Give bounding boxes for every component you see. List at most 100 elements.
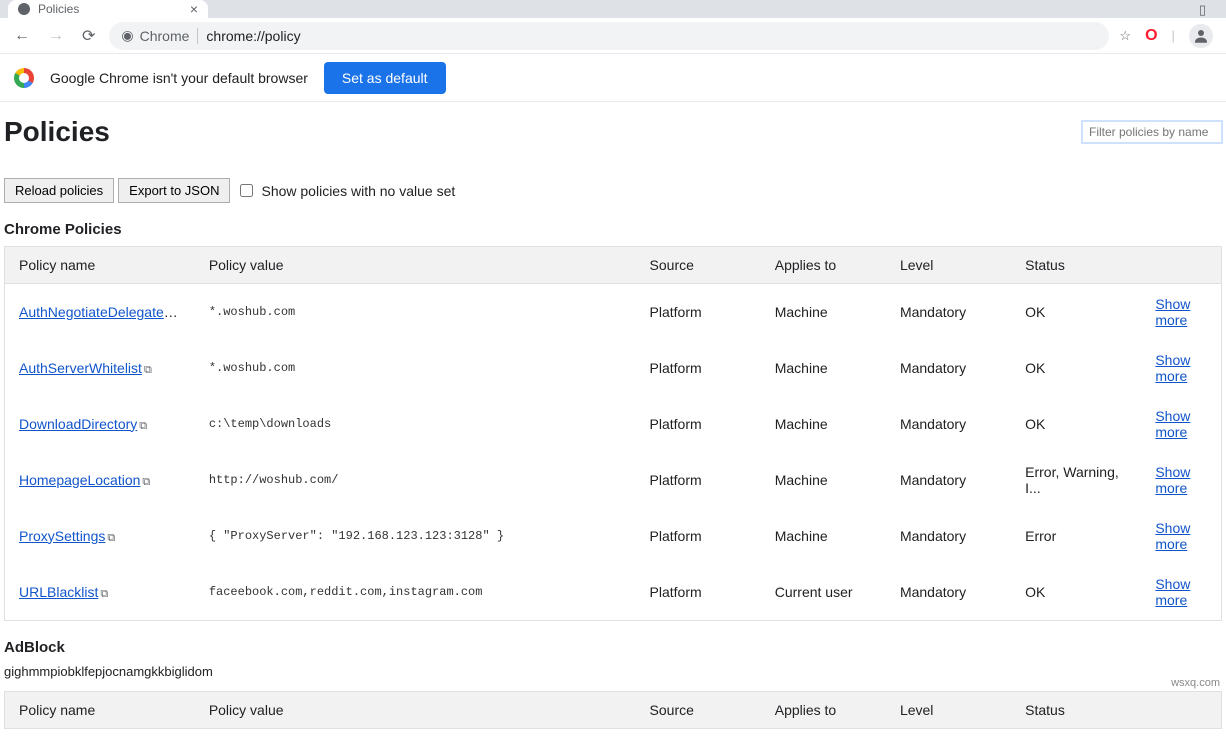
- profile-avatar-icon[interactable]: [1189, 24, 1213, 48]
- export-json-button[interactable]: Export to JSON: [118, 178, 230, 203]
- col-value: Policy value: [195, 692, 636, 729]
- policy-source-cell: Platform: [636, 396, 761, 452]
- show-more-cell: Show more: [1141, 284, 1221, 341]
- reload-policies-button[interactable]: Reload policies: [4, 178, 114, 203]
- external-link-icon[interactable]: ⧉: [177, 308, 185, 320]
- policy-source-cell: Platform: [636, 564, 761, 621]
- table-row: AuthNegotiateDelegate...⧉*.woshub.comPla…: [5, 284, 1222, 341]
- close-tab-icon[interactable]: ×: [190, 1, 198, 17]
- policy-applies-cell: Current user: [761, 564, 886, 621]
- reload-icon[interactable]: ⟳: [78, 22, 99, 50]
- policy-value-cell: *.woshub.com: [195, 284, 636, 341]
- adblock-policies-table: Policy name Policy value Source Applies …: [4, 691, 1222, 729]
- table-row: URLBlacklist⧉faceebook.com,reddit.com,in…: [5, 564, 1222, 621]
- policy-level-cell: Mandatory: [886, 508, 1011, 564]
- show-more-cell: Show more: [1141, 340, 1221, 396]
- policy-level-cell: Mandatory: [886, 284, 1011, 341]
- policy-status-cell: Error: [1011, 508, 1141, 564]
- omnibox-divider: [197, 28, 198, 44]
- col-status: Status: [1011, 692, 1141, 729]
- show-more-cell: Show more: [1141, 564, 1221, 621]
- filter-input[interactable]: [1082, 121, 1222, 143]
- chrome-policies-heading: Chrome Policies: [4, 221, 1222, 238]
- back-icon[interactable]: ←: [10, 23, 34, 49]
- show-more-link[interactable]: Show more: [1155, 520, 1190, 552]
- show-more-cell: Show more: [1141, 396, 1221, 452]
- tab-favicon-icon: [18, 3, 30, 15]
- toolbar-divider: |: [1172, 28, 1175, 43]
- url-text: chrome://policy: [206, 28, 300, 44]
- col-source: Source: [636, 247, 761, 284]
- policy-name-cell: AuthServerWhitelist⧉: [5, 340, 195, 396]
- opera-extension-icon[interactable]: O: [1145, 27, 1157, 45]
- policy-applies-cell: Machine: [761, 508, 886, 564]
- policy-name-cell: AuthNegotiateDelegate...⧉: [5, 284, 195, 341]
- policy-status-cell: OK: [1011, 340, 1141, 396]
- policy-source-cell: Platform: [636, 340, 761, 396]
- show-more-link[interactable]: Show more: [1155, 464, 1190, 496]
- show-more-link[interactable]: Show more: [1155, 352, 1190, 384]
- table-row: HomepageLocation⧉ http://woshub.com/Platf…: [5, 452, 1222, 508]
- site-label: Chrome: [140, 28, 190, 44]
- policy-value-cell: http://woshub.com/: [195, 452, 636, 508]
- table-row: ProxySettings⧉{ "ProxyServer": "192.168.…: [5, 508, 1222, 564]
- external-link-icon[interactable]: ⧉: [142, 476, 150, 488]
- policy-name-link[interactable]: HomepageLocation: [19, 472, 140, 488]
- browser-tab[interactable]: Policies ×: [8, 0, 208, 18]
- policy-applies-cell: Machine: [761, 340, 886, 396]
- adblock-extension-id: gighmmpiobklfepjocnamgkkbiglidom: [4, 664, 1222, 679]
- address-bar[interactable]: ◉ Chrome chrome://policy: [109, 22, 1109, 50]
- extension-area: ☆ O |: [1119, 24, 1213, 48]
- policy-name-link[interactable]: URLBlacklist: [19, 584, 98, 600]
- show-more-link[interactable]: Show more: [1155, 296, 1190, 328]
- external-link-icon[interactable]: ⧉: [100, 588, 108, 600]
- policy-value-cell: { "ProxyServer": "192.168.123.123:3128" …: [195, 508, 636, 564]
- adblock-heading: AdBlock: [4, 639, 1222, 656]
- policy-name-cell: DownloadDirectory⧉: [5, 396, 195, 452]
- show-no-value-label: Show policies with no value set: [261, 183, 455, 199]
- policy-name-link[interactable]: ProxySettings: [19, 528, 105, 544]
- tab-strip: Policies × ▯: [0, 0, 1226, 18]
- set-default-button[interactable]: Set as default: [324, 62, 446, 94]
- infobar-text: Google Chrome isn't your default browser: [50, 70, 308, 86]
- policy-source-cell: Platform: [636, 284, 761, 341]
- policy-name-cell: ProxySettings⧉: [5, 508, 195, 564]
- table-row: AuthServerWhitelist⧉*.woshub.comPlatform…: [5, 340, 1222, 396]
- show-no-value-checkbox[interactable]: [240, 184, 253, 197]
- policy-status-cell: OK: [1011, 564, 1141, 621]
- external-link-icon[interactable]: ⧉: [144, 364, 152, 376]
- col-value: Policy value: [195, 247, 636, 284]
- policy-level-cell: Mandatory: [886, 452, 1011, 508]
- policy-source-cell: Platform: [636, 452, 761, 508]
- show-no-value-toggle[interactable]: Show policies with no value set: [240, 183, 455, 199]
- site-identity-chip[interactable]: ◉ Chrome: [121, 27, 189, 44]
- policy-value-cell: c:\temp\downloads: [195, 396, 636, 452]
- col-applies: Applies to: [761, 692, 886, 729]
- external-link-icon[interactable]: ⧉: [107, 532, 115, 544]
- col-source: Source: [636, 692, 761, 729]
- page-title: Policies: [4, 116, 110, 148]
- external-link-icon[interactable]: ⧉: [139, 420, 147, 432]
- tab-title: Policies: [38, 2, 79, 16]
- table-header-row: Policy name Policy value Source Applies …: [5, 692, 1222, 729]
- show-more-link[interactable]: Show more: [1155, 408, 1190, 440]
- policy-status-cell: OK: [1011, 396, 1141, 452]
- policy-source-cell: Platform: [636, 508, 761, 564]
- forward-icon[interactable]: →: [44, 23, 68, 49]
- chrome-icon: ◉: [121, 27, 133, 44]
- policy-applies-cell: Machine: [761, 452, 886, 508]
- policy-value-cell: *.woshub.com: [195, 340, 636, 396]
- policy-level-cell: Mandatory: [886, 396, 1011, 452]
- col-status: Status: [1011, 247, 1141, 284]
- policy-name-cell: URLBlacklist⧉: [5, 564, 195, 621]
- table-row: DownloadDirectory⧉c:\temp\downloadsPlatf…: [5, 396, 1222, 452]
- policy-name-link[interactable]: AuthNegotiateDelegate...: [19, 304, 178, 320]
- policy-name-link[interactable]: DownloadDirectory: [19, 416, 137, 432]
- policy-name-link[interactable]: AuthServerWhitelist: [19, 360, 142, 376]
- show-more-link[interactable]: Show more: [1155, 576, 1190, 608]
- window-maximize-icon[interactable]: ▯: [1199, 2, 1226, 18]
- col-name: Policy name: [5, 692, 195, 729]
- page-content: Policies Reload policies Export to JSON …: [0, 102, 1226, 749]
- bookmark-star-icon[interactable]: ☆: [1119, 28, 1131, 44]
- show-more-cell: Show more: [1141, 452, 1221, 508]
